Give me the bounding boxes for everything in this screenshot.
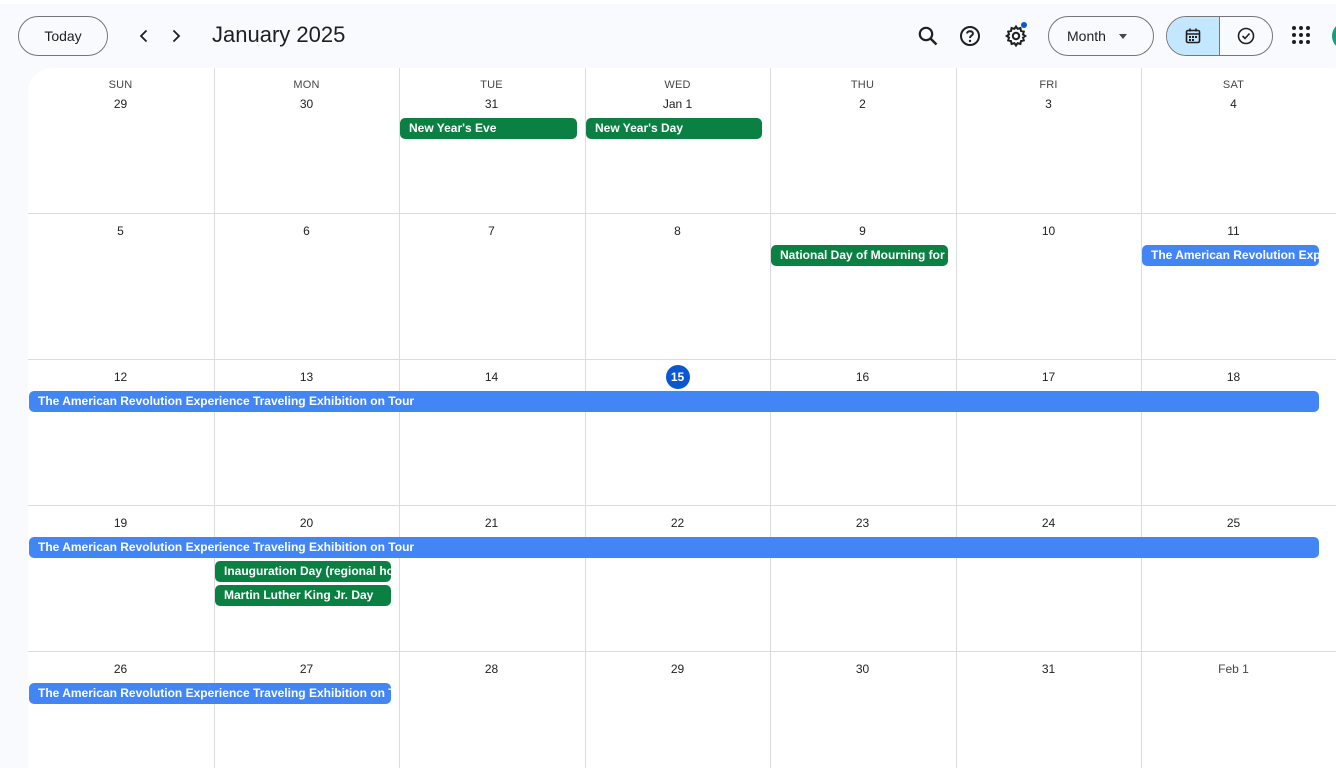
date-number[interactable]: 18 [1141,370,1326,384]
weekday-label: SUN [108,79,133,91]
date-number[interactable]: 24 [956,516,1141,530]
page-title: January 2025 [212,22,346,47]
exhibition-event-chip[interactable]: The American Revolution Experience Trave… [29,683,391,704]
tasks-check-icon [1237,27,1255,45]
date-number[interactable]: Jan 1 [585,97,770,111]
chevron-right-icon [172,29,181,43]
date-number[interactable]: 23 [770,516,955,530]
prev-month-button[interactable] [128,20,160,52]
help-icon [960,26,980,46]
date-number[interactable]: 31 [399,97,584,111]
apps-grid-icon[interactable] [1290,24,1312,46]
holiday-event-chip[interactable]: National Day of Mourning for Jimmy Carte… [771,245,948,266]
date-number[interactable]: 13 [214,370,399,384]
exhibition-event-chip[interactable]: The American Revolution Experience Trave… [29,391,1319,412]
date-number[interactable]: 6 [214,224,399,238]
today-date-number[interactable]: 15 [665,365,690,389]
next-month-button[interactable] [160,20,192,52]
search-button[interactable] [908,16,948,56]
holiday-event-chip[interactable]: New Year's Day [586,118,762,139]
date-number[interactable]: 9 [770,224,955,238]
weekday-label: WED [664,79,691,91]
date-number[interactable]: 29 [28,97,213,111]
view-select[interactable]: Month [1048,16,1154,56]
date-number-wrapper[interactable]: 15 [585,365,770,389]
date-number[interactable]: 12 [28,370,213,384]
caret-down-icon [1119,34,1127,39]
date-number[interactable]: 5 [28,224,213,238]
tasks-view-button[interactable] [1220,17,1272,55]
date-number[interactable]: 7 [399,224,584,238]
date-number[interactable]: 30 [770,662,955,676]
date-number[interactable]: 20 [214,516,399,530]
settings-button[interactable] [996,16,1036,56]
view-select-label: Month [1067,28,1106,44]
weekday-label: SAT [1222,79,1245,91]
weekday-label: THU [850,79,875,91]
date-number[interactable]: 4 [1141,97,1326,111]
chevron-left-icon [139,29,148,43]
weekday-label: MON [293,79,320,91]
weekday-label: FRI [1039,79,1058,91]
view-toggle [1166,16,1273,56]
date-number[interactable]: 11 [1141,224,1326,238]
date-number[interactable]: 25 [1141,516,1326,530]
date-number[interactable]: 19 [28,516,213,530]
date-number[interactable]: 10 [956,224,1141,238]
date-number[interactable]: 28 [399,662,584,676]
date-number[interactable]: 16 [770,370,955,384]
date-number[interactable]: 27 [214,662,399,676]
avatar[interactable] [1332,22,1336,50]
search-icon [918,26,938,46]
calendar-view-button[interactable] [1167,17,1220,55]
today-button[interactable]: Today [18,16,108,56]
weekday-label: TUE [480,79,503,91]
date-number[interactable]: 26 [28,662,213,676]
notification-dot [1021,22,1027,28]
holiday-event-chip[interactable]: Martin Luther King Jr. Day [215,585,391,606]
help-button[interactable] [950,16,990,56]
top-edge [0,0,1336,4]
date-number[interactable]: 31 [956,662,1141,676]
date-number[interactable]: 22 [585,516,770,530]
date-number[interactable]: 8 [585,224,770,238]
exhibition-event-chip[interactable]: The American Revolution Experience Trave… [29,537,1319,558]
exhibition-event-chip[interactable]: The American Revolution Experience Trave… [1142,245,1319,266]
calendar-icon [1185,28,1201,44]
date-number[interactable]: 3 [956,97,1141,111]
date-number[interactable]: 17 [956,370,1141,384]
holiday-event-chip[interactable]: New Year's Eve [400,118,577,139]
date-number[interactable]: 2 [770,97,955,111]
date-number[interactable]: 21 [399,516,584,530]
date-number[interactable]: Feb 1 [1141,662,1326,676]
date-number[interactable]: 30 [214,97,399,111]
date-number[interactable]: 14 [399,370,584,384]
holiday-event-chip[interactable]: Inauguration Day (regional holiday) [215,561,391,582]
month-grid: SUN 29 MON 30 TUE 31 WED Jan 1 THU 2 FRI 3 SAT 4 5 6 7 8 9… [28,68,1336,768]
date-number[interactable]: 29 [585,662,770,676]
